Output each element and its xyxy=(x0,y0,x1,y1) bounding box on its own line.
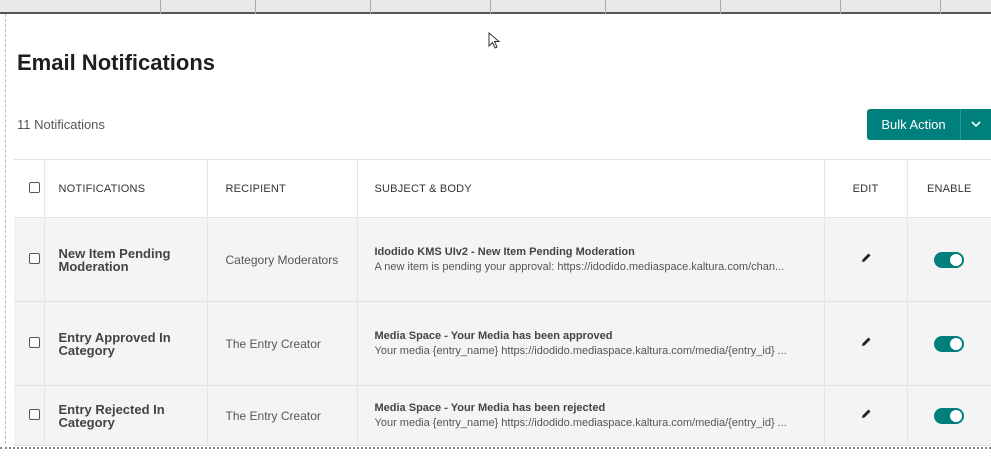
row-checkbox[interactable] xyxy=(29,408,40,420)
recipient: Category Moderators xyxy=(225,252,339,267)
pencil-icon[interactable] xyxy=(860,253,872,267)
enable-toggle[interactable] xyxy=(934,335,965,352)
header-notifications[interactable]: NOTIFICATIONS xyxy=(43,159,207,218)
torn-left-edge xyxy=(0,14,6,444)
body-preview: A new item is pending your approval: htt… xyxy=(374,261,785,273)
subject: Media Space - Your Media has been reject… xyxy=(374,402,606,414)
header-enable: ENABLE xyxy=(906,159,991,218)
subject: Media Space - Your Media has been approv… xyxy=(374,330,613,342)
header-edit: EDIT xyxy=(823,159,907,218)
notifications-count: 11 Notifications xyxy=(17,117,105,132)
bulk-action-button[interactable]: Bulk Action xyxy=(867,109,991,140)
body-preview: Your media {entry_name} https://idodido.… xyxy=(374,417,787,429)
row-checkbox[interactable] xyxy=(29,252,40,264)
notification-name: Entry Rejected In Category xyxy=(58,401,165,430)
chevron-down-icon[interactable] xyxy=(961,109,991,140)
subject: Idodido KMS UIv2 - New Item Pending Mode… xyxy=(374,246,635,258)
torn-bottom-edge xyxy=(0,447,991,457)
table-row: New Item Pending Moderation Category Mod… xyxy=(14,217,991,302)
mouse-cursor-icon xyxy=(488,32,501,49)
notifications-table: NOTIFICATIONS RECIPIENT SUBJECT & BODY E… xyxy=(14,159,991,446)
enable-toggle[interactable] xyxy=(934,407,965,424)
select-all-checkbox[interactable] xyxy=(29,181,40,193)
window-top-edge xyxy=(0,0,991,14)
table-row: Entry Approved In Category The Entry Cre… xyxy=(14,301,991,386)
page-title: Email Notifications xyxy=(17,50,216,75)
pencil-icon[interactable] xyxy=(860,409,872,423)
header-recipient[interactable]: RECIPIENT xyxy=(206,159,357,218)
enable-toggle[interactable] xyxy=(934,251,965,268)
header-subject-body[interactable]: SUBJECT & BODY xyxy=(356,159,824,218)
pencil-icon[interactable] xyxy=(860,337,872,351)
recipient: The Entry Creator xyxy=(225,408,321,423)
row-checkbox[interactable] xyxy=(29,336,40,348)
notification-name: New Item Pending Moderation xyxy=(58,245,171,274)
notification-name: Entry Approved In Category xyxy=(58,329,171,358)
table-header-row: NOTIFICATIONS RECIPIENT SUBJECT & BODY E… xyxy=(14,159,991,218)
recipient: The Entry Creator xyxy=(225,336,321,351)
table-row: Entry Rejected In Category The Entry Cre… xyxy=(14,385,991,446)
bulk-action-label[interactable]: Bulk Action xyxy=(867,109,961,140)
body-preview: Your media {entry_name} https://idodido.… xyxy=(374,345,787,357)
